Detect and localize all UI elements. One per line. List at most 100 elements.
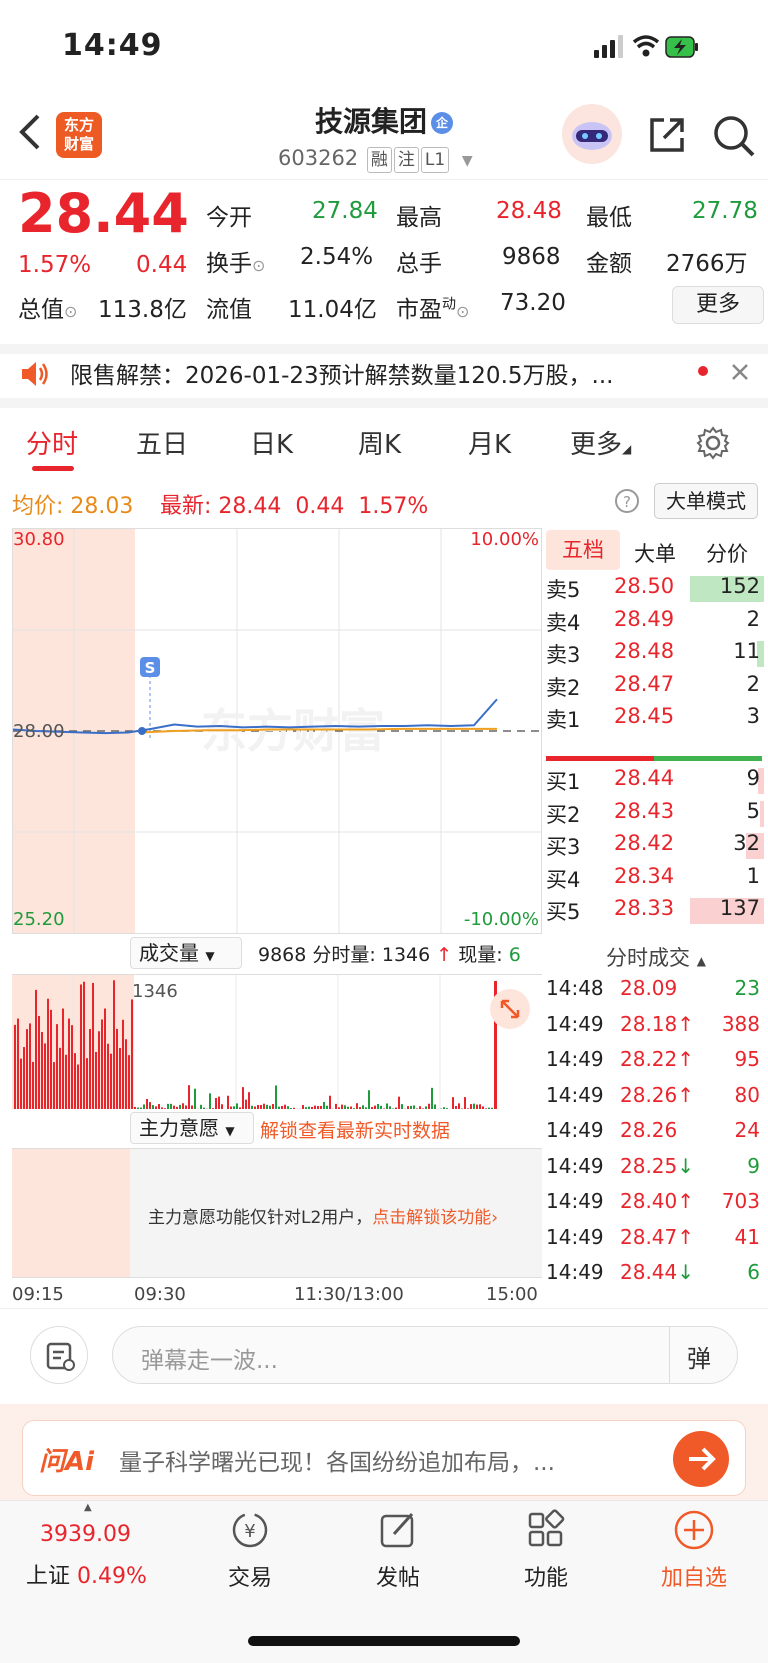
search-icon[interactable] (712, 114, 756, 158)
ask-row[interactable]: 卖4 28.49 2 (546, 607, 764, 641)
volume-bar (17, 1018, 19, 1109)
volume-bar (38, 1015, 40, 1109)
turnover-label: 换手⊙ (206, 251, 266, 277)
volume-bar (167, 1103, 169, 1109)
ask-row[interactable]: 卖3 28.48 11 (546, 639, 764, 673)
ticks-title[interactable]: 分时成交 ▲ (606, 942, 706, 972)
gear-icon[interactable] (696, 426, 730, 460)
volume-bar (125, 1039, 127, 1109)
volume-bar (470, 1104, 472, 1109)
unlock-realtime-link[interactable]: 解锁查看最新实时数据 (260, 1116, 450, 1143)
more-button[interactable]: 更多 (672, 286, 764, 324)
danmaku-send-button[interactable]: 弹 (687, 1339, 711, 1374)
level-label: 买2 (546, 802, 581, 827)
danmaku-input[interactable]: 弹幕走一波... 弹 (112, 1326, 738, 1384)
bid-row[interactable]: 买1 28.44 9 (546, 766, 764, 800)
tick-row: 14:49 28.47↑ 41 (546, 1225, 764, 1259)
tick-time: 14:49 (546, 1224, 604, 1249)
tab-more[interactable]: 更多◢ (570, 424, 631, 461)
volume-bar (329, 1095, 331, 1109)
volume-bar (473, 1103, 475, 1109)
volume-bar (362, 1105, 364, 1109)
y-axis-bottom: 25.20 (13, 909, 65, 930)
tick-row: 14:49 28.44↓ 6 (546, 1260, 764, 1294)
level-label: 卖1 (546, 708, 581, 732)
volume-bar (416, 1108, 418, 1109)
tick-volume: 41 (734, 1224, 760, 1249)
bid-row[interactable]: 买3 28.42 32 (546, 831, 764, 865)
volume-bar (20, 1058, 22, 1109)
volume-bar (158, 1103, 160, 1109)
volume-bar (389, 1106, 391, 1109)
level-volume: 152 (719, 574, 760, 598)
open-label: 今开 (206, 205, 252, 231)
index-row[interactable]: 上证 0.49% (26, 1558, 147, 1590)
tab-big-order[interactable]: 大单 (634, 538, 676, 568)
index-value[interactable]: 3939.09 (40, 1522, 131, 1547)
volume-bar (149, 1102, 151, 1109)
volume-select[interactable]: 成交量 ▼ (130, 937, 242, 969)
tick-row: 14:49 28.26↑ 80 (546, 1083, 764, 1117)
tab-monthly-k[interactable]: 月K (468, 424, 511, 461)
level-price: 28.48 (614, 639, 675, 663)
volume-bar (275, 1085, 277, 1109)
volume-bar (410, 1105, 412, 1109)
close-icon[interactable] (730, 362, 750, 382)
tab-intraday[interactable]: 分时 (26, 424, 78, 461)
tab-level5[interactable]: 五档 (546, 530, 620, 570)
expand-button[interactable] (490, 989, 530, 1029)
danmaku-list-button[interactable] (30, 1326, 88, 1384)
turnover-value: 2.54% (300, 244, 374, 270)
ask-row[interactable]: 卖5 28.50 152 (546, 574, 764, 608)
nav-functions[interactable]: 功能 (496, 1560, 596, 1592)
nav-trade[interactable]: 交易 (200, 1560, 300, 1592)
help-icon[interactable]: ? (614, 488, 640, 514)
volume-bar (47, 998, 49, 1109)
tab-weekly-k[interactable]: 周K (358, 424, 401, 461)
volume-bar (209, 1093, 211, 1109)
volume-bar (428, 1103, 430, 1109)
nav-post[interactable]: 发帖 (348, 1560, 448, 1592)
volume-bar (374, 1105, 376, 1109)
assistant-avatar[interactable] (562, 104, 622, 164)
share-icon[interactable] (646, 114, 688, 156)
volume-bar (320, 1105, 322, 1109)
volume-bar (110, 1053, 112, 1109)
l2-unlock-link[interactable]: 点击解锁该功能 (372, 1208, 491, 1228)
bid-row[interactable]: 买2 28.43 5 (546, 799, 764, 833)
ai-go-button[interactable] (673, 1431, 729, 1487)
status-icons (594, 35, 698, 58)
tab-price-dist[interactable]: 分价 (706, 538, 748, 568)
ai-bar[interactable]: 问Ai 量子科学曙光已现！各国纷纷追加布局，... (22, 1420, 746, 1496)
volume-bar (212, 1108, 214, 1109)
big-order-mode-button[interactable]: 大单模式 (654, 483, 758, 519)
tick-volume: 9 (747, 1153, 760, 1178)
volume-bar (254, 1106, 256, 1109)
volume-bar (302, 1105, 304, 1109)
volume-bar (272, 1104, 274, 1109)
volume-bar (89, 1029, 91, 1109)
index-up-icon: ▲ (84, 1502, 92, 1513)
volume-bar (443, 1107, 445, 1109)
main-force-select[interactable]: 主力意愿 ▼ (130, 1112, 254, 1144)
volume-bar (239, 1107, 241, 1109)
tick-time: 14:49 (546, 1260, 604, 1284)
volume-bar (323, 1101, 325, 1109)
volume-bar (221, 1104, 223, 1109)
tab-5day[interactable]: 五日 (136, 424, 188, 461)
bid-row[interactable]: 买4 28.34 1 (546, 864, 764, 898)
volume-bar (452, 1097, 454, 1109)
stock-code-row[interactable]: 603262 融注 L1 ▼ (278, 146, 473, 173)
nav-add-watchlist[interactable]: 加自选 (644, 1560, 744, 1592)
volume-bar (455, 1106, 457, 1109)
intraday-chart[interactable]: 东方财富 S 30.80 28.00 25.20 10.00% -10.00% (12, 528, 542, 934)
ask-row[interactable]: 卖1 28.45 3 (546, 704, 764, 738)
volume-bar (305, 1107, 307, 1109)
volume-bar (65, 1054, 67, 1109)
tab-daily-k[interactable]: 日K (250, 424, 293, 461)
volume-bar (83, 981, 85, 1109)
bid-row[interactable]: 买5 28.33 137 (546, 896, 764, 930)
volume-bar (41, 1032, 43, 1109)
tick-volume: 80 (734, 1082, 760, 1107)
ask-row[interactable]: 卖2 28.47 2 (546, 672, 764, 706)
